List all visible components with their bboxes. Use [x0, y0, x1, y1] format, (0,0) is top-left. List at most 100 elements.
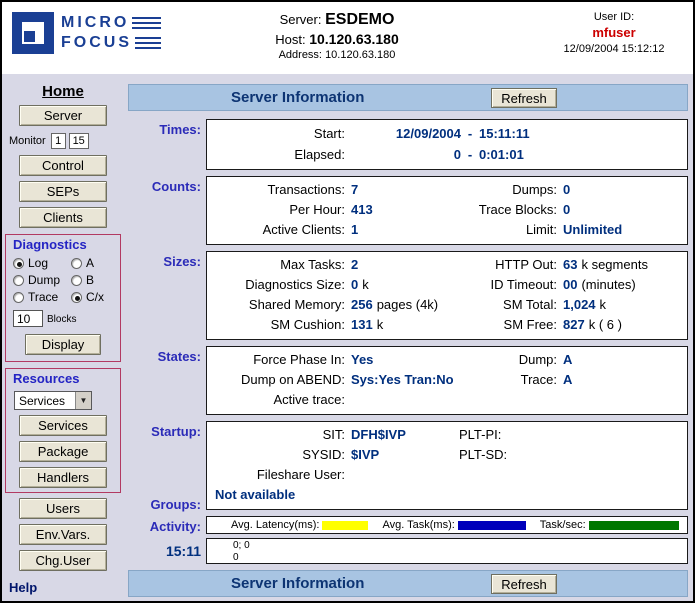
radio-icon — [71, 292, 82, 303]
field-label: SYSID: — [213, 445, 351, 465]
monitor-input-1[interactable] — [51, 133, 66, 149]
env-vars-button[interactable]: Env.Vars. — [19, 524, 107, 545]
sizes-section-label: Sizes: — [128, 251, 206, 340]
field-label — [459, 465, 563, 485]
handlers-button[interactable]: Handlers — [19, 467, 107, 488]
logo-inner-square — [24, 31, 35, 42]
field-label: HTTP Out: — [459, 255, 563, 275]
display-button[interactable]: Display — [25, 334, 101, 355]
cx-radio-label: C/x — [86, 290, 104, 304]
field-value — [563, 445, 681, 465]
field-value: 827k ( 6 ) — [563, 315, 681, 335]
refresh-button-bottom[interactable]: Refresh — [491, 574, 557, 594]
field-value: 131k — [351, 315, 459, 335]
diagnostics-title: Diagnostics — [13, 237, 120, 252]
package-button[interactable]: Package — [19, 441, 107, 462]
startup-row: Fileshare User: — [213, 465, 681, 485]
monitor-label: Monitor — [9, 135, 46, 147]
startup-row: SYSID: $IVP PLT-SD: — [213, 445, 681, 465]
field-label: Per Hour: — [213, 200, 351, 220]
task-sec-color-bar — [589, 521, 679, 530]
page-header: MICRO FOCUS Server: ESDEMO Host: 10.120.… — [2, 2, 693, 74]
services-button[interactable]: Services — [19, 415, 107, 436]
server-button[interactable]: Server — [19, 105, 107, 126]
help-label: Help — [9, 580, 124, 595]
resources-select[interactable]: Services ▼ — [14, 391, 92, 410]
field-value — [351, 390, 459, 410]
seps-button[interactable]: SEPs — [19, 181, 107, 202]
monitor-row: Monitor — [9, 132, 124, 150]
resources-panel: Resources Services ▼ Services Package Ha… — [5, 368, 121, 493]
field-label: Dumps: — [459, 180, 563, 200]
times-section-label: Times: — [128, 119, 206, 170]
dump-radio-label: Dump — [28, 273, 60, 287]
startup-section: Startup: Groups: SIT: DFH$IVP PLT-PI: SY… — [128, 421, 688, 510]
field-value — [563, 390, 681, 410]
home-link[interactable]: Home — [2, 83, 124, 100]
field-label: SM Free: — [459, 315, 563, 335]
a-radio[interactable]: A — [71, 256, 120, 270]
field-label: ID Timeout: — [459, 275, 563, 295]
monitor-input-2[interactable] — [69, 133, 89, 149]
menu-link[interactable]: Menu — [9, 599, 124, 601]
counts-section-label: Counts: — [128, 176, 206, 245]
radio-icon — [13, 275, 24, 286]
radio-icon — [13, 292, 24, 303]
field-value — [563, 425, 681, 445]
separator: - — [461, 144, 479, 165]
resources-title: Resources — [13, 371, 120, 386]
counts-row: Per Hour: 413 Trace Blocks: 0 — [213, 200, 681, 220]
start-row: Start: 12/09/2004 - 15:11:11 — [213, 123, 681, 144]
startup-row: SIT: DFH$IVP PLT-PI: — [213, 425, 681, 445]
control-button[interactable]: Control — [19, 155, 107, 176]
field-value: 63k segments — [563, 255, 681, 275]
trace-radio-label: Trace — [28, 290, 58, 304]
field-label: Max Tasks: — [213, 255, 351, 275]
b-radio-label: B — [86, 273, 94, 287]
cx-radio[interactable]: C/x — [71, 290, 120, 304]
main-panel: Server Information Refresh Times: Start:… — [124, 74, 693, 601]
field-value: 7 — [351, 180, 459, 200]
field-label: PLT-SD: — [459, 445, 563, 465]
dump-radio[interactable]: Dump — [13, 273, 71, 287]
field-label: Limit: — [459, 220, 563, 240]
field-label: Shared Memory: — [213, 295, 351, 315]
trace-radio[interactable]: Trace — [13, 290, 71, 304]
groups-section-label: Groups: — [150, 497, 201, 512]
field-value: 2 — [351, 255, 459, 275]
refresh-button-top[interactable]: Refresh — [491, 88, 557, 108]
field-value: 0:01:01 — [479, 144, 524, 165]
page-title: Server Information — [231, 89, 364, 106]
field-label: SM Total: — [459, 295, 563, 315]
field-label: Fileshare User: — [213, 465, 351, 485]
server-identity: Server: ESDEMO Host: 10.120.63.180 Addre… — [227, 11, 447, 61]
chevron-down-icon[interactable]: ▼ — [75, 392, 91, 409]
latency-legend-label: Avg. Latency(ms): — [231, 519, 319, 531]
address-value: 10.120.63.180 — [325, 49, 395, 61]
blocks-input[interactable] — [13, 310, 43, 327]
users-button[interactable]: Users — [19, 498, 107, 519]
micro-focus-logo: MICRO FOCUS — [12, 12, 161, 54]
counts-section: Counts: Transactions: 7 Dumps: 0 Per Hou… — [128, 176, 688, 245]
field-label: Elapsed: — [213, 144, 351, 165]
field-label: Trace: — [459, 370, 563, 390]
activity-section-label: Activity: — [128, 519, 201, 534]
timestamp: 12/09/2004 15:12:12 — [549, 43, 679, 55]
field-value: 15:11:11 — [479, 123, 530, 144]
activity-time-label: 15:11 — [128, 543, 201, 559]
field-label: Dump on ABEND: — [213, 370, 351, 390]
field-label: Active trace: — [213, 390, 351, 410]
b-radio[interactable]: B — [71, 273, 120, 287]
field-value: 0 — [563, 180, 681, 200]
chg-user-button[interactable]: Chg.User — [19, 550, 107, 571]
server-info-header-bar: Server Information Refresh — [128, 84, 688, 111]
field-label: Trace Blocks: — [459, 200, 563, 220]
states-row: Active trace: — [213, 390, 681, 410]
activity-legend: Avg. Latency(ms): Avg. Task(ms): Task/se… — [206, 516, 688, 534]
blocks-label: Blocks — [47, 314, 76, 327]
field-value: A — [563, 370, 681, 390]
radio-icon — [13, 258, 24, 269]
log-radio[interactable]: Log — [13, 256, 71, 270]
clients-button[interactable]: Clients — [19, 207, 107, 228]
logo-stripes — [132, 17, 161, 29]
